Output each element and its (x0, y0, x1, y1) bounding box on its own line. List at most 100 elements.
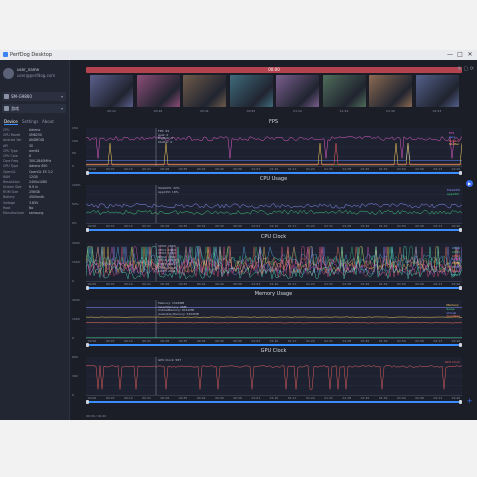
time-axis: 00:00 00:07 00:14 00:21 00:28 00:35 00:42 00:49… (86, 167, 462, 171)
user-info[interactable]: user_name user@perfdog.com (3, 66, 67, 86)
x-tick-label: 00:00 (87, 282, 97, 286)
device-properties: CPU Adreno GPU Model SM8250 Android Ver ANDRO… (3, 128, 67, 216)
x-tick-label: 01:17 (287, 224, 297, 228)
screenshot-thumbnail[interactable] (369, 75, 412, 107)
y-tick-label: 1500 (72, 260, 80, 264)
x-tick-label: 01:59 (397, 339, 406, 343)
thumbnail-time: 01:53 (432, 109, 442, 113)
tab-about[interactable]: About (42, 119, 54, 124)
x-tick-label: 01:38 (342, 339, 352, 343)
time-axis: 00:00 00:07 00:14 00:21 00:28 00:35 00:42 00:49… (86, 396, 462, 400)
y-tick-label: 1500 (72, 317, 80, 321)
timeline-scrollbar[interactable] (86, 228, 462, 232)
scroll-handle-right[interactable] (459, 228, 462, 232)
chart-panel-gpu-clock: GPU Clock GPU Clock: 587 GPU Clock 600 300 0 0… (70, 348, 477, 405)
scroll-handle-left[interactable] (86, 228, 89, 232)
y-tick-label: 0 (72, 279, 74, 283)
screenshot-thumbnail[interactable] (415, 75, 459, 107)
x-tick-label: 02:06 (415, 282, 424, 286)
screenshot-thumbnail[interactable] (229, 75, 273, 107)
legend-item[interactable]: AppCPU (447, 192, 460, 197)
app-icon (3, 52, 8, 57)
x-tick-label: 01:17 (287, 339, 297, 343)
scroll-handle-left[interactable] (86, 171, 89, 175)
x-tick-label: 01:59 (397, 167, 406, 171)
chart-plot-area[interactable]: CPU0: 1804 CPU1: 1804 CPU2: 1804 CPU3: 1804… (86, 243, 462, 282)
chart-svg (86, 300, 462, 338)
x-tick-label: 02:13 (433, 396, 443, 400)
screenshot-thumbnail[interactable] (322, 75, 366, 107)
record-bar[interactable]: 00:00 (86, 67, 462, 73)
chart-plot-area[interactable]: TotalCPU: 32% AppCPU: 18% TotalCPU AppCPU (86, 185, 462, 224)
legend-item[interactable]: Stutter (449, 143, 460, 147)
scroll-handle-right[interactable] (459, 343, 462, 347)
chart-title: GPU Clock (260, 348, 287, 354)
screenshot-thumbnail[interactable] (90, 75, 133, 107)
chart-plot-area[interactable]: FPS: 59 Jank: 0 BigJank: 0 Stutter: 0 FPS Jan… (86, 128, 462, 167)
time-axis: 00:00 00:07 00:14 00:21 00:28 00:35 00:42 00:49… (86, 282, 462, 286)
x-tick-label: 00:42 (196, 167, 206, 171)
x-tick-label: 00:35 (178, 167, 188, 171)
timeline-scrollbar[interactable] (86, 286, 462, 290)
screenshot-thumbnail[interactable] (136, 75, 180, 107)
screenshot-thumbnail[interactable] (183, 75, 226, 107)
x-tick-label: 02:06 (415, 224, 424, 228)
x-tick-label: 01:03 (251, 396, 261, 400)
x-tick-label: 00:00 (87, 167, 97, 171)
play-icon[interactable]: ▶ (466, 180, 473, 187)
timeline-scrollbar[interactable] (86, 343, 462, 347)
chart-legend: TotalCPU AppCPU (447, 188, 460, 197)
x-tick-label: 01:52 (378, 167, 388, 171)
tab-settings[interactable]: Settings (22, 119, 38, 124)
timeline-scrollbar[interactable] (86, 171, 462, 175)
x-tick-label: 01:17 (287, 282, 297, 286)
tooltip-line: GPU Clock: 587 (158, 358, 182, 362)
main-area: 00:00 ⚙ ▢ ⟳ 00:12 00:26 00:41 00:55 01:10 01:… (70, 60, 477, 420)
close-icon[interactable]: ✕ (465, 50, 475, 60)
x-tick-label: 01:24 (306, 282, 315, 286)
x-tick-label: 00:35 (178, 339, 188, 343)
chart-panel-cpu-usage: CPU Usage TotalCPU: 32% AppCPU: 18% TotalCP… (70, 176, 477, 233)
add-icon[interactable]: + (466, 398, 473, 405)
x-tick-label: 00:56 (233, 339, 242, 343)
x-tick-label: 01:03 (251, 282, 261, 286)
time-axis: 00:00 00:07 00:14 00:21 00:28 00:35 00:42 00:49… (86, 339, 462, 343)
scroll-handle-left[interactable] (86, 400, 89, 404)
x-tick-label: 00:07 (105, 396, 115, 400)
scroll-handle-right[interactable] (459, 171, 462, 175)
chart-panel-memory-usage: Memory Usage Memory: 1528MB SwapMemory: 0M… (70, 291, 477, 348)
timeline-scrollbar[interactable] (86, 400, 462, 404)
screenshot-thumbnail[interactable] (276, 75, 319, 107)
chart-plot-area[interactable]: GPU Clock: 587 GPU Clock (86, 357, 462, 396)
x-tick-label: 01:31 (324, 282, 333, 286)
legend-item[interactable]: GPU Clock (445, 360, 460, 365)
series-line-stutter (86, 143, 462, 166)
legend-item[interactable]: CPU7 (452, 273, 460, 278)
series-line-gpu-clock (86, 364, 462, 390)
thumbnail-time: 01:10 (293, 109, 302, 113)
maximize-icon[interactable]: □ (455, 50, 465, 60)
y-tick-label: 0 (72, 393, 74, 397)
x-tick-label: 00:49 (215, 224, 224, 228)
minimize-icon[interactable]: — (445, 50, 455, 60)
scroll-handle-left[interactable] (86, 286, 89, 290)
x-tick-label: 01:03 (251, 167, 261, 171)
scroll-handle-right[interactable] (459, 400, 462, 404)
legend-item[interactable]: Available (446, 315, 460, 319)
tab-device[interactable]: Device (4, 119, 18, 125)
device-select[interactable]: SM-G9860 ▾ (2, 92, 66, 101)
x-tick-label: 01:10 (269, 396, 279, 400)
cursor-tooltip: TotalCPU: 32% AppCPU: 18% (158, 186, 180, 194)
toolbar-icons[interactable]: ⚙ ▢ ⟳ (457, 66, 474, 72)
thumbnail-time: 01:39 (386, 109, 395, 113)
chart-plot-area[interactable]: Memory: 1528MB SwapMemory: 0MB VirtualMemo… (86, 300, 462, 339)
app-select[interactable]: 游戏 ▾ (2, 104, 66, 113)
y-tick-label: 0 (72, 164, 74, 168)
x-tick-label: 00:14 (124, 396, 133, 400)
scroll-handle-left[interactable] (86, 343, 89, 347)
y-tick-label: 150 (72, 126, 78, 130)
scroll-handle-right[interactable] (459, 286, 462, 290)
x-tick-label: 01:45 (360, 396, 370, 400)
chart-svg (86, 243, 462, 281)
y-tick-label: 3000 (72, 298, 80, 302)
